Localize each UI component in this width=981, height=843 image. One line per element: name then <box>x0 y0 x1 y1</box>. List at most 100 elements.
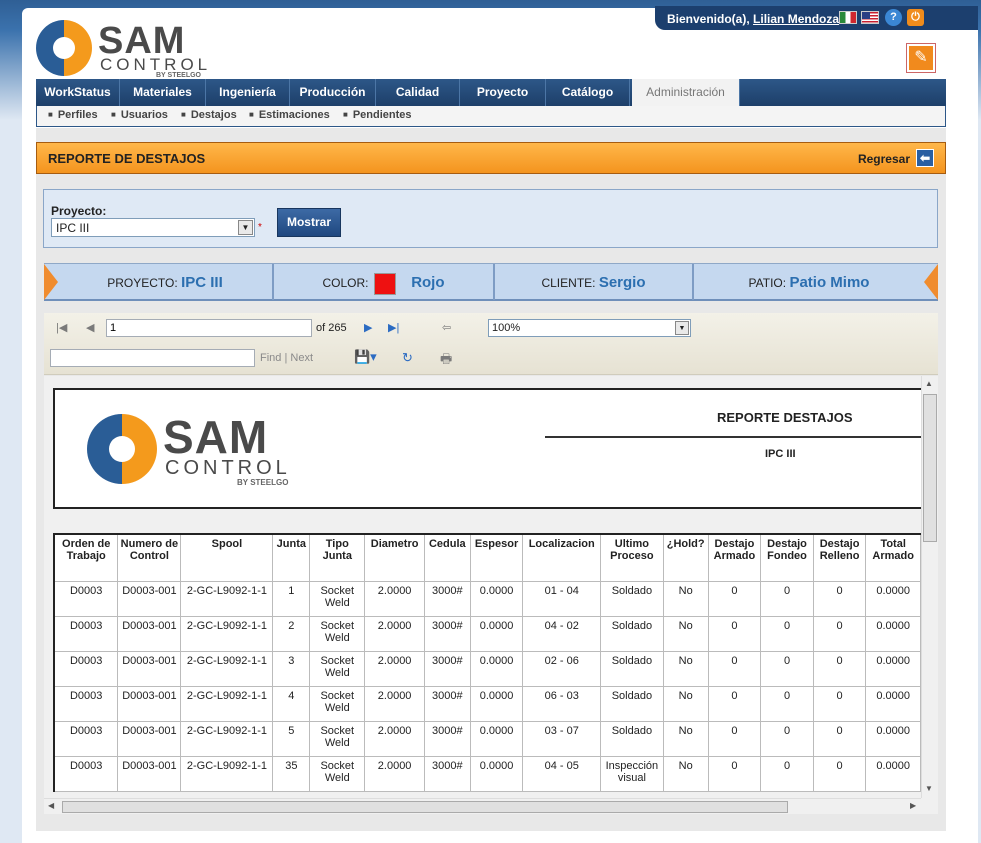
vertical-scroll-thumb[interactable] <box>923 394 937 542</box>
table-cell: 0 <box>812 685 867 722</box>
subnav-destajos[interactable]: Destajos <box>181 109 237 121</box>
subnav-estimaciones[interactable]: Estimaciones <box>249 109 330 121</box>
subnav-usuarios[interactable]: Usuarios <box>111 109 168 121</box>
logout-icon[interactable]: ⏻ <box>907 9 924 26</box>
logo-by: BY STEELGO <box>156 72 201 79</box>
table-cell: 03 - 07 <box>522 720 602 757</box>
refresh-icon[interactable]: ↻ <box>402 350 413 366</box>
subnav-pendientes[interactable]: Pendientes <box>343 109 412 121</box>
horizontal-scrollbar[interactable]: ◀ ▶ <box>44 798 921 814</box>
nav-materiales[interactable]: Materiales <box>120 79 206 106</box>
page-count: of 265 <box>316 322 347 334</box>
arrow-right-icon <box>924 264 938 300</box>
table-cell: 0 <box>812 755 867 792</box>
table-cell: 0 <box>707 580 762 617</box>
table-cell: No <box>662 650 709 687</box>
scroll-right-icon[interactable]: ▶ <box>910 801 916 810</box>
first-page-icon[interactable]: |◀ <box>56 321 67 334</box>
table-cell: 0 <box>707 755 762 792</box>
table-cell: No <box>662 685 709 722</box>
table-cell: 02 - 06 <box>522 650 602 687</box>
info-cliente-value: Sergio <box>598 274 646 291</box>
table-cell: 2.0000 <box>364 720 425 757</box>
nav-proyecto[interactable]: Proyecto <box>460 79 546 106</box>
mexico-flag-icon[interactable] <box>839 11 857 24</box>
table-cell: D0003-001 <box>117 720 182 757</box>
table-cell: 2.0000 <box>364 615 425 652</box>
col-cedula: Cedula <box>423 533 471 582</box>
project-select-value: IPC III <box>56 221 90 235</box>
zoom-select[interactable]: 100% ▼ <box>488 319 691 337</box>
find-separator: | <box>284 352 288 364</box>
nav-workstatus[interactable]: WorkStatus <box>36 79 120 106</box>
table-cell: D0003-001 <box>117 580 182 617</box>
nav-catalogo[interactable]: Catálogo <box>546 79 630 106</box>
table-cell: 2-GC-L9092-1-1 <box>180 580 274 617</box>
prev-page-icon[interactable]: ◀ <box>86 321 94 334</box>
table-cell: 01 - 04 <box>522 580 602 617</box>
table-cell: 2-GC-L9092-1-1 <box>180 720 274 757</box>
info-proyecto: PROYECTO: IPC III <box>58 264 274 300</box>
nav-ingenieria[interactable]: Ingeniería <box>206 79 290 106</box>
table-cell: 2-GC-L9092-1-1 <box>180 755 274 792</box>
last-page-icon[interactable]: ▶| <box>388 321 399 334</box>
back-link[interactable]: Regresar <box>858 152 910 166</box>
sub-nav: Perfiles Usuarios Destajos Estimaciones … <box>36 106 946 127</box>
us-flag-icon[interactable] <box>861 11 879 24</box>
report-table-body: D0003 D0003-001 2-GC-L9092-1-1 1 Socket Weld… <box>53 580 921 792</box>
table-cell: 0.0000 <box>865 685 921 722</box>
logo[interactable]: SAM CONTROL BY STEELGO <box>36 18 236 82</box>
edit-icon[interactable]: ✎ <box>907 44 935 72</box>
scroll-left-icon[interactable]: ◀ <box>48 801 54 810</box>
horizontal-scroll-thumb[interactable] <box>62 801 788 813</box>
table-cell: 0 <box>760 650 814 687</box>
back-arrow-icon[interactable]: ⬅ <box>916 149 934 167</box>
page-number-input[interactable] <box>106 319 312 337</box>
print-icon[interactable]: 🖶 <box>440 350 452 372</box>
logo-mark-icon <box>36 20 92 76</box>
table-cell: D0003 <box>53 615 119 652</box>
table-cell: 0.0000 <box>865 650 921 687</box>
table-cell: 0.0000 <box>469 755 524 792</box>
chevron-down-icon[interactable]: ▼ <box>238 220 253 235</box>
help-icon[interactable]: ? <box>885 9 902 26</box>
table-cell: 3000# <box>423 755 471 792</box>
user-link[interactable]: Lilian Mendoza <box>753 12 839 26</box>
table-header-row: Orden de Trabajo Numero de Control Spool… <box>53 533 921 582</box>
scroll-down-icon[interactable]: ▼ <box>925 784 933 793</box>
project-select[interactable]: IPC III ▼ <box>51 218 255 237</box>
find-link[interactable]: Find <box>260 352 281 364</box>
table-cell: Socket Weld <box>309 720 366 757</box>
table-cell: 0.0000 <box>865 580 921 617</box>
nav-calidad[interactable]: Calidad <box>376 79 460 106</box>
table-cell: D0003 <box>53 650 119 687</box>
next-page-icon[interactable]: ▶ <box>364 321 372 334</box>
page-title: REPORTE DE DESTAJOS <box>48 151 206 166</box>
back-to-parent-icon[interactable]: ⇦ <box>442 321 451 334</box>
table-cell: 3000# <box>423 720 471 757</box>
table-cell: 0.0000 <box>469 650 524 687</box>
table-cell: 0 <box>812 580 867 617</box>
table-cell: Socket Weld <box>309 615 366 652</box>
nav-produccion[interactable]: Producción <box>290 79 376 106</box>
next-link[interactable]: Next <box>290 352 313 364</box>
col-destajo-relleno: Destajo Relleno <box>812 533 867 582</box>
show-button[interactable]: Mostrar <box>277 208 341 237</box>
export-icon[interactable]: 💾▾ <box>354 349 377 365</box>
find-input[interactable] <box>50 349 255 367</box>
table-cell: Soldado <box>600 650 664 687</box>
report-table-wrap: Orden de Trabajo Numero de Control Spool… <box>53 533 921 814</box>
nav-administracion[interactable]: Administración <box>632 79 740 106</box>
table-cell: 3 <box>272 650 311 687</box>
info-color-label: COLOR: <box>322 276 369 290</box>
chevron-down-icon[interactable]: ▼ <box>675 321 689 335</box>
vertical-scrollbar[interactable]: ▲ ▼ <box>921 376 938 798</box>
table-cell: 0 <box>812 650 867 687</box>
report-header: SAM CONTROL BY STEELGO REPORTE DESTAJOS … <box>53 388 935 509</box>
info-cliente-label: CLIENTE: <box>541 276 596 290</box>
table-cell: 2.0000 <box>364 650 425 687</box>
scroll-up-icon[interactable]: ▲ <box>925 379 933 388</box>
subnav-perfiles[interactable]: Perfiles <box>48 109 98 121</box>
report-subtitle: IPC III <box>765 448 796 460</box>
table-cell: Socket Weld <box>309 755 366 792</box>
